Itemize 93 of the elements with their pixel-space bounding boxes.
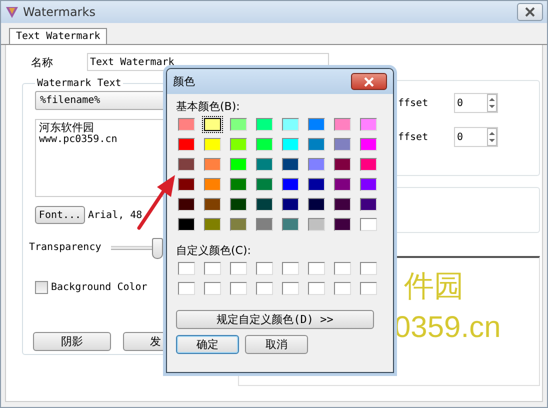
color-swatch[interactable]	[306, 216, 327, 233]
color-swatch[interactable]	[254, 260, 275, 277]
preview-text: 件园	[404, 270, 465, 304]
color-swatch[interactable]	[176, 216, 197, 233]
color-swatch[interactable]	[280, 260, 301, 277]
color-swatch[interactable]	[332, 156, 353, 173]
color-swatch[interactable]	[306, 260, 327, 277]
color-swatch[interactable]	[332, 136, 353, 153]
color-swatch[interactable]	[280, 196, 301, 213]
close-button[interactable]	[351, 73, 387, 90]
color-swatch[interactable]	[306, 176, 327, 193]
preview-text: 0359.cn	[394, 310, 502, 346]
color-swatch[interactable]	[280, 156, 301, 173]
color-swatch[interactable]	[306, 116, 327, 133]
font-value: Arial, 48	[88, 210, 142, 220]
color-swatch[interactable]	[332, 260, 353, 277]
color-swatch[interactable]	[202, 280, 223, 297]
color-swatch[interactable]	[280, 280, 301, 297]
color-swatch[interactable]	[358, 260, 379, 277]
color-swatch[interactable]	[280, 136, 301, 153]
slider-thumb[interactable]	[152, 238, 164, 259]
color-swatch[interactable]	[176, 260, 197, 277]
app-icon	[5, 5, 19, 19]
color-swatch[interactable]	[202, 196, 223, 213]
font-button[interactable]: Font...	[35, 206, 85, 224]
color-swatch[interactable]	[202, 116, 223, 133]
color-swatch[interactable]	[306, 196, 327, 213]
color-swatch[interactable]	[228, 116, 249, 133]
color-swatch[interactable]	[254, 156, 275, 173]
checkbox[interactable]	[35, 281, 48, 294]
spin-field[interactable]: 0	[454, 127, 498, 147]
color-swatch[interactable]	[332, 176, 353, 193]
color-swatch[interactable]	[228, 136, 249, 153]
name-label: 名称	[31, 54, 54, 70]
color-swatch[interactable]	[254, 196, 275, 213]
color-swatch[interactable]	[202, 260, 223, 277]
color-swatch[interactable]	[176, 116, 197, 133]
color-swatch[interactable]	[202, 216, 223, 233]
color-swatch[interactable]	[202, 136, 223, 153]
close-button[interactable]	[517, 3, 543, 21]
color-swatch[interactable]	[280, 176, 301, 193]
color-swatch[interactable]	[254, 216, 275, 233]
offset-label: ffset	[398, 132, 430, 142]
spin-arrows-icon[interactable]	[488, 130, 496, 144]
tab[interactable]: Text Watermark	[9, 28, 108, 44]
window-title: Watermarks	[23, 5, 96, 19]
color-swatch[interactable]	[332, 280, 353, 297]
color-swatch[interactable]	[306, 136, 327, 153]
color-swatch[interactable]	[254, 136, 275, 153]
color-swatch[interactable]	[332, 116, 353, 133]
color-swatch[interactable]	[202, 156, 223, 173]
color-swatch[interactable]	[176, 136, 197, 153]
color-swatch[interactable]	[358, 176, 379, 193]
color-swatch[interactable]	[228, 216, 249, 233]
color-swatch[interactable]	[280, 116, 301, 133]
offset-label: ffset	[398, 98, 430, 108]
color-swatch[interactable]	[358, 216, 379, 233]
checkbox-label: Background Color	[51, 282, 148, 293]
color-swatch[interactable]	[280, 216, 301, 233]
transparency-label: Transparency	[29, 242, 102, 253]
color-swatch[interactable]	[306, 280, 327, 297]
color-swatch[interactable]	[176, 156, 197, 173]
ok-button[interactable]: 确定	[176, 335, 239, 354]
color-swatch[interactable]	[228, 260, 249, 277]
close-icon	[524, 7, 536, 17]
color-swatch[interactable]	[176, 196, 197, 213]
group-title: Watermark Text	[36, 78, 122, 89]
color-swatch[interactable]	[358, 116, 379, 133]
color-swatch[interactable]	[176, 280, 197, 297]
define-custom-colors-button[interactable]: 规定自定义颜色(D) >>	[176, 310, 374, 329]
color-swatch[interactable]	[358, 156, 379, 173]
color-swatch[interactable]	[332, 216, 353, 233]
color-swatch[interactable]	[228, 156, 249, 173]
spin-arrows-icon[interactable]	[488, 96, 496, 110]
cancel-button[interactable]: 取消	[245, 335, 308, 354]
color-swatch[interactable]	[176, 176, 197, 193]
color-swatch[interactable]	[254, 280, 275, 297]
close-icon	[363, 76, 375, 86]
color-swatch[interactable]	[358, 280, 379, 297]
dialog-title: 颜色	[173, 74, 195, 89]
custom-colors-label: 自定义颜色(C):	[176, 243, 252, 258]
color-swatch[interactable]	[332, 196, 353, 213]
action-button[interactable]: 阴影	[33, 332, 111, 351]
color-swatch[interactable]	[358, 196, 379, 213]
color-swatch[interactable]	[254, 116, 275, 133]
color-swatch[interactable]	[358, 136, 379, 153]
color-swatch[interactable]	[202, 176, 223, 193]
color-swatch[interactable]	[228, 280, 249, 297]
color-swatch[interactable]	[228, 176, 249, 193]
color-swatch[interactable]	[306, 156, 327, 173]
color-swatch[interactable]	[228, 196, 249, 213]
spin-field[interactable]: 0	[454, 93, 498, 113]
color-swatch[interactable]	[254, 176, 275, 193]
